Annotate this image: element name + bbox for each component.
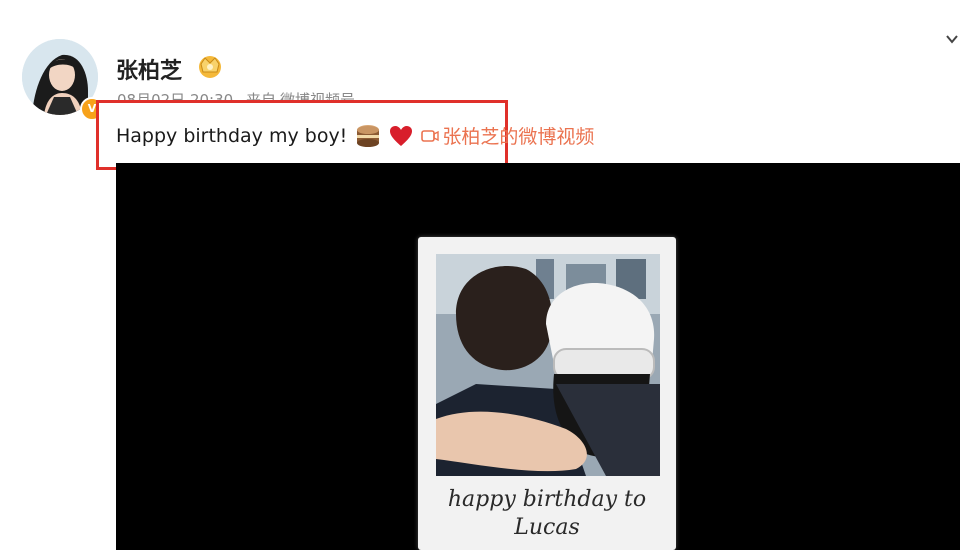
weibo-post: V 张柏芝 08月02日 20:30 来自微博视频号 Happy birthda… <box>0 0 960 550</box>
video-link-label: 张柏芝的微博视频 <box>442 126 595 148</box>
video-link[interactable]: 张柏芝的微博视频 <box>421 122 594 149</box>
post-text: Happy birthday my boy! 张柏芝的微博视频 <box>116 122 594 149</box>
post-text-content: Happy birthday my boy! <box>116 124 348 147</box>
hug-photo <box>436 254 660 476</box>
video-camera-icon <box>421 129 440 142</box>
heart-icon <box>390 125 413 146</box>
polaroid-caption: happy birthday to Lucas <box>418 486 676 542</box>
polaroid-caption-line1: happy birthday to <box>447 487 647 512</box>
username[interactable]: 张柏芝 <box>116 53 182 85</box>
polaroid-caption-line2: Lucas <box>514 515 580 540</box>
cake-icon <box>357 124 380 147</box>
crown-badge-icon[interactable] <box>195 52 225 80</box>
chevron-down-icon[interactable] <box>944 34 960 46</box>
